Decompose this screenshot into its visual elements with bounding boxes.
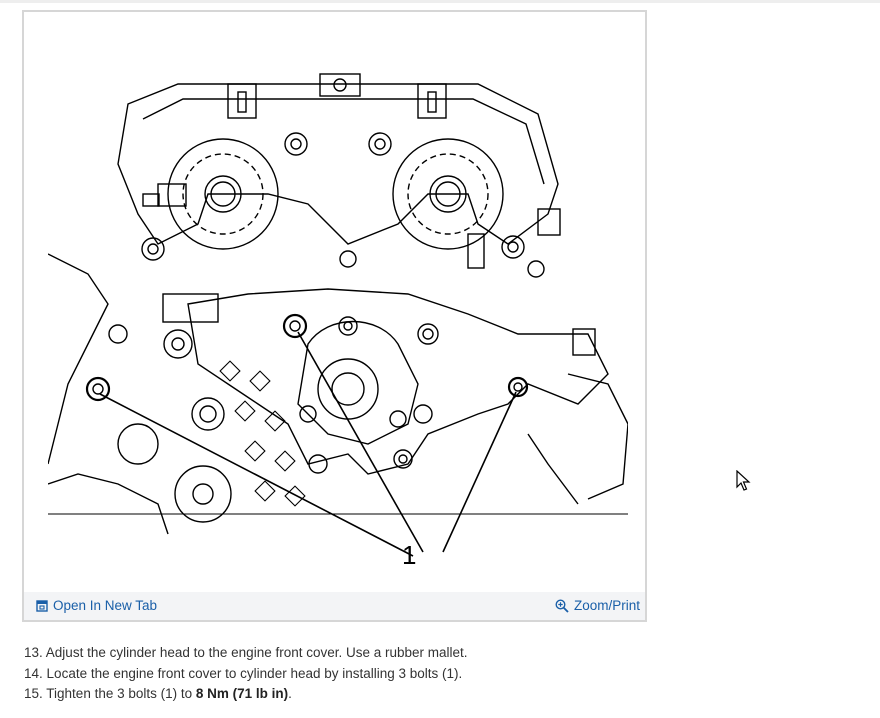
torque-value: 8 Nm (71 lb in) bbox=[195, 686, 289, 701]
figure-toolbar: Open In New Tab Zoom/Print bbox=[24, 592, 645, 620]
zoom-print-link[interactable]: Zoom/Print bbox=[555, 598, 640, 613]
step-number: 15. bbox=[24, 686, 43, 701]
callout-number: 1 bbox=[402, 540, 417, 570]
open-new-tab-link[interactable]: Open In New Tab bbox=[36, 598, 157, 613]
step-14: 14. Locate the engine front cover to cyl… bbox=[24, 664, 468, 685]
figure-container: 1 Open In New Tab Zoom/Print bbox=[22, 10, 647, 622]
step-text: Tighten the 3 bolts (1) to bbox=[46, 686, 196, 701]
mouse-cursor-icon bbox=[736, 470, 751, 491]
step-number: 14. bbox=[24, 665, 43, 681]
step-text: Locate the engine front cover to cylinde… bbox=[46, 665, 463, 681]
step-text: Adjust the cylinder head to the engine f… bbox=[45, 645, 468, 660]
step-number: 13. bbox=[24, 645, 43, 660]
step-15: 15. Tighten the 3 bolts (1) to 8 Nm (71 … bbox=[24, 684, 468, 705]
open-new-tab-icon bbox=[36, 599, 48, 612]
zoom-in-icon bbox=[555, 598, 569, 613]
step-13: 13. Adjust the cylinder head to the engi… bbox=[24, 643, 468, 664]
procedure-steps: 13. Adjust the cylinder head to the engi… bbox=[24, 643, 468, 705]
engine-illustration bbox=[48, 73, 628, 557]
zoom-print-label: Zoom/Print bbox=[573, 598, 640, 613]
open-new-tab-label: Open In New Tab bbox=[53, 598, 158, 613]
top-divider bbox=[0, 0, 880, 3]
step-text-end: . bbox=[288, 686, 292, 701]
